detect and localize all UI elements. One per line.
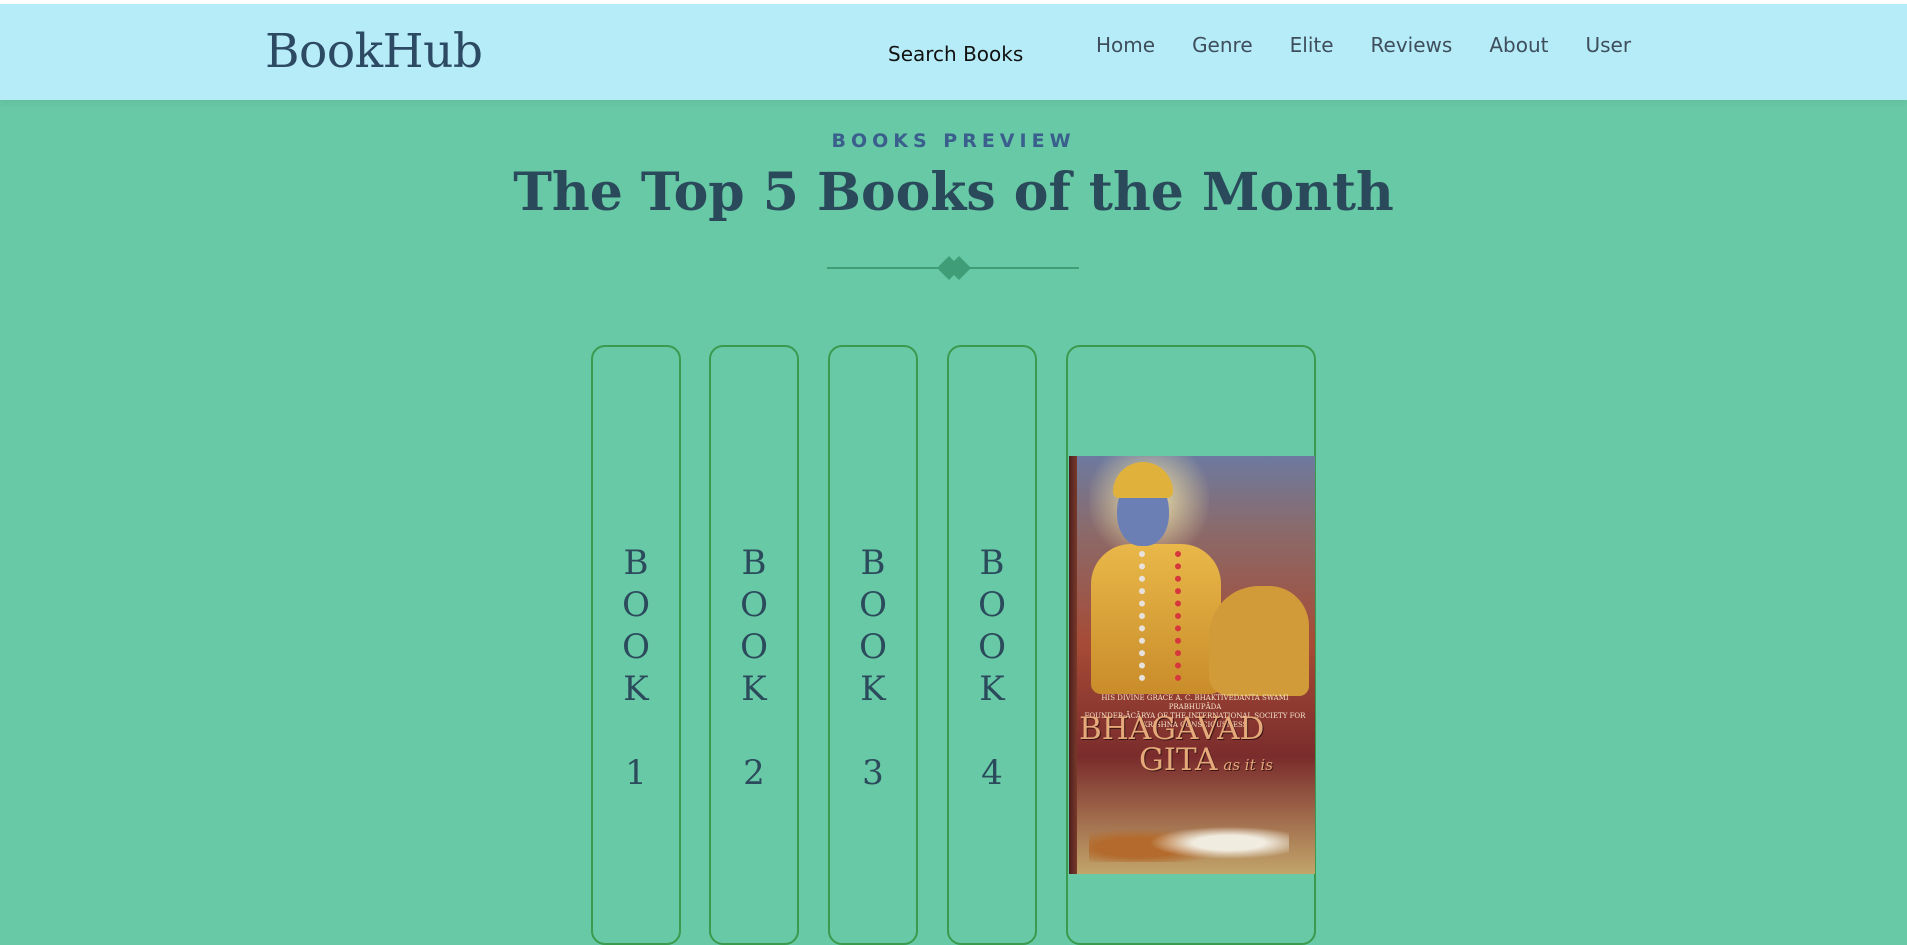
cover-title: BHAGAVAD GITA as it is	[1079, 714, 1273, 781]
cover-subtitle: as it is	[1223, 756, 1273, 774]
title-divider	[827, 256, 1079, 280]
books-preview-row: B O O K 1 B O O K 2 B O O K 3 B O O K 4 …	[0, 345, 1907, 945]
search-books-link[interactable]: Search Books	[888, 42, 1023, 66]
nav-link-about[interactable]: About	[1489, 33, 1548, 57]
book-spine-1[interactable]: B O O K 1	[591, 345, 681, 945]
nav-link-home[interactable]: Home	[1096, 33, 1155, 57]
nav-link-reviews[interactable]: Reviews	[1371, 33, 1453, 57]
section-eyebrow: BOOKS PREVIEW	[831, 130, 1076, 152]
book-spine-4[interactable]: B O O K 4	[947, 345, 1037, 945]
section-title: The Top 5 Books of the Month	[513, 162, 1394, 223]
nav-links: Home Genre Elite Reviews About User	[1096, 33, 1668, 57]
nav-link-elite[interactable]: Elite	[1290, 33, 1334, 57]
book-card-5-open[interactable]: HIS DIVINE GRACE A. C. BHAKTIVEDANTA SWA…	[1066, 345, 1316, 945]
nav-link-user[interactable]: User	[1585, 33, 1631, 57]
book-cover-image[interactable]: HIS DIVINE GRACE A. C. BHAKTIVEDANTA SWA…	[1069, 456, 1315, 874]
book-spine-2[interactable]: B O O K 2	[709, 345, 799, 945]
cover-title-line2: GITA	[1139, 742, 1218, 778]
navbar: BookHub Search Books Home Genre Elite Re…	[0, 4, 1907, 100]
book-spine-label: B O O K 2	[740, 543, 768, 793]
book-spine-label: B O O K 1	[622, 543, 650, 793]
cover-spine-edge	[1069, 456, 1077, 874]
brand-logo[interactable]: BookHub	[265, 24, 483, 79]
book-spine-3[interactable]: B O O K 3	[828, 345, 918, 945]
nav-link-genre[interactable]: Genre	[1192, 33, 1253, 57]
book-spine-label: B O O K 3	[859, 543, 887, 793]
book-spine-label: B O O K 4	[978, 543, 1006, 793]
cover-garland	[1139, 551, 1181, 681]
cover-chariot-scene	[1089, 814, 1289, 862]
cover-figure-arjuna	[1209, 586, 1309, 696]
cover-title-line2-wrap: GITA as it is	[1079, 745, 1273, 781]
